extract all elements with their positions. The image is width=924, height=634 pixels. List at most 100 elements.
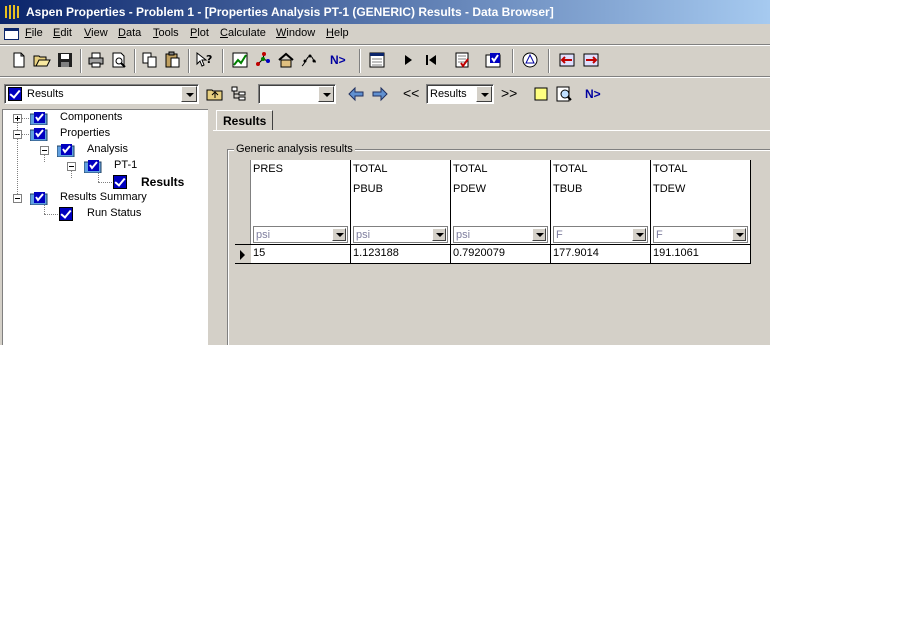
header-line-1: PRES: [253, 163, 283, 175]
chevron-down-icon[interactable]: [632, 228, 646, 241]
table-cell[interactable]: 15: [251, 244, 351, 264]
tree-item-properties[interactable]: Properties: [3, 126, 203, 142]
stream-results-button[interactable]: [580, 49, 602, 71]
menu-edit[interactable]: Edit: [53, 27, 72, 39]
collapse-icon[interactable]: [13, 130, 22, 139]
forward-button[interactable]: [369, 83, 391, 105]
table-cell[interactable]: 191.1061: [651, 244, 751, 264]
form-selector[interactable]: Results: [4, 84, 199, 104]
next-input-button[interactable]: N>: [327, 49, 353, 71]
tab-results[interactable]: Results: [216, 110, 274, 130]
run-button[interactable]: [397, 49, 419, 71]
regression-button[interactable]: [298, 49, 320, 71]
magnifier-sheet-icon: [556, 86, 572, 102]
status-button[interactable]: [553, 83, 575, 105]
open-button[interactable]: [31, 49, 53, 71]
tree-item-analysis[interactable]: Analysis: [3, 142, 203, 158]
column-pdew: TOTAL PDEW psi 0.7920079: [451, 160, 551, 266]
stream-analysis-button[interactable]: [556, 49, 578, 71]
check-results-button[interactable]: [451, 49, 473, 71]
chevron-down-icon[interactable]: [181, 86, 197, 102]
column-pbub: TOTAL PBUB psi 1.123188: [351, 160, 451, 266]
toolbar-separator: [359, 49, 361, 73]
folder-list-button[interactable]: [228, 83, 250, 105]
molecule-icon: [256, 52, 270, 66]
data-browser-button[interactable]: [229, 49, 251, 71]
table-cell[interactable]: 1.123188: [351, 244, 451, 264]
tree-item-results-summary[interactable]: Results Summary: [3, 190, 203, 206]
chevron-down-icon[interactable]: [532, 228, 546, 241]
open-folder-icon: [33, 55, 51, 67]
tree-label: Run Status: [87, 207, 142, 219]
menu-data[interactable]: Data: [118, 27, 141, 39]
save-disk-icon: [58, 53, 72, 67]
analysis-button[interactable]: [252, 49, 274, 71]
print-preview-button[interactable]: [108, 49, 130, 71]
menu-file[interactable]: File: [25, 27, 43, 39]
collapse-icon[interactable]: [40, 146, 49, 155]
menu-view[interactable]: View: [84, 27, 108, 39]
results-selector[interactable]: Results: [426, 84, 494, 104]
previous-form-button[interactable]: <<: [400, 83, 424, 105]
next-form-button[interactable]: >>: [498, 83, 522, 105]
header-line-2: PBUB: [353, 183, 383, 195]
tree-item-results[interactable]: Results: [3, 174, 203, 190]
reinitialize-button[interactable]: [420, 49, 442, 71]
chevron-down-icon[interactable]: [732, 228, 746, 241]
next-label: N>: [330, 53, 346, 67]
folder-up-icon: [206, 89, 223, 101]
expand-icon[interactable]: [13, 114, 22, 123]
paste-button[interactable]: [162, 49, 184, 71]
menu-help[interactable]: Help: [326, 27, 349, 39]
table-cell[interactable]: 177.9014: [551, 244, 651, 264]
document-icon[interactable]: [4, 28, 19, 40]
sheet-selector[interactable]: [258, 84, 336, 104]
menu-tools[interactable]: Tools: [153, 27, 179, 39]
unit-selector[interactable]: F: [553, 226, 648, 243]
up-one-level-button[interactable]: [204, 83, 226, 105]
tree-item-components[interactable]: Components: [3, 110, 203, 126]
menu-plot[interactable]: Plot: [190, 27, 209, 39]
tree-item-pt1[interactable]: PT-1: [3, 158, 203, 174]
menu-window[interactable]: Window: [276, 27, 315, 39]
control-panel-button[interactable]: [366, 49, 388, 71]
unit-selector[interactable]: psi: [353, 226, 448, 243]
next-required-button[interactable]: N>: [582, 83, 608, 105]
unit-selector[interactable]: F: [653, 226, 748, 243]
copy-button[interactable]: [139, 49, 161, 71]
unit-selector[interactable]: psi: [453, 226, 548, 243]
tree-view-icon: [231, 86, 246, 101]
model-library-button[interactable]: [519, 49, 541, 71]
new-button[interactable]: [8, 49, 30, 71]
property-estimation-button[interactable]: [275, 49, 297, 71]
print-button[interactable]: [85, 49, 107, 71]
whats-this-help-button[interactable]: ?: [193, 49, 215, 71]
row-selector[interactable]: [235, 244, 251, 264]
printer-icon: [88, 52, 104, 68]
tree-item-run-status[interactable]: Run Status: [3, 206, 203, 222]
complete-check-icon: [59, 207, 73, 221]
tree-label: Properties: [60, 127, 111, 139]
chevron-down-icon[interactable]: [332, 228, 346, 241]
results-button[interactable]: [482, 49, 504, 71]
chevron-down-icon[interactable]: [318, 86, 334, 102]
title-bar[interactable]: Aspen Properties - Problem 1 - [Properti…: [0, 0, 770, 24]
menu-calculate[interactable]: Calculate: [220, 27, 266, 39]
unit-selector[interactable]: psi: [253, 226, 348, 243]
table-cell[interactable]: 0.7920079: [451, 244, 551, 264]
tree-label: Components: [60, 111, 123, 123]
collapse-icon[interactable]: [13, 194, 22, 203]
header-line-1: TOTAL: [353, 163, 388, 175]
chevron-down-icon[interactable]: [432, 228, 446, 241]
chevron-down-icon[interactable]: [476, 86, 492, 102]
save-button[interactable]: [54, 49, 76, 71]
back-button[interactable]: [345, 83, 367, 105]
main-toolbar: ? N>: [0, 46, 770, 76]
tree-label: Analysis: [87, 143, 128, 155]
toolbar-separator: [222, 49, 224, 73]
header-line-2: TDEW: [653, 183, 686, 195]
triangle-circle-icon: [522, 52, 538, 68]
folder-tree: Components Properties Analysis PT-1 Resu…: [2, 109, 208, 345]
memo-button[interactable]: [530, 83, 552, 105]
collapse-icon[interactable]: [67, 162, 76, 171]
